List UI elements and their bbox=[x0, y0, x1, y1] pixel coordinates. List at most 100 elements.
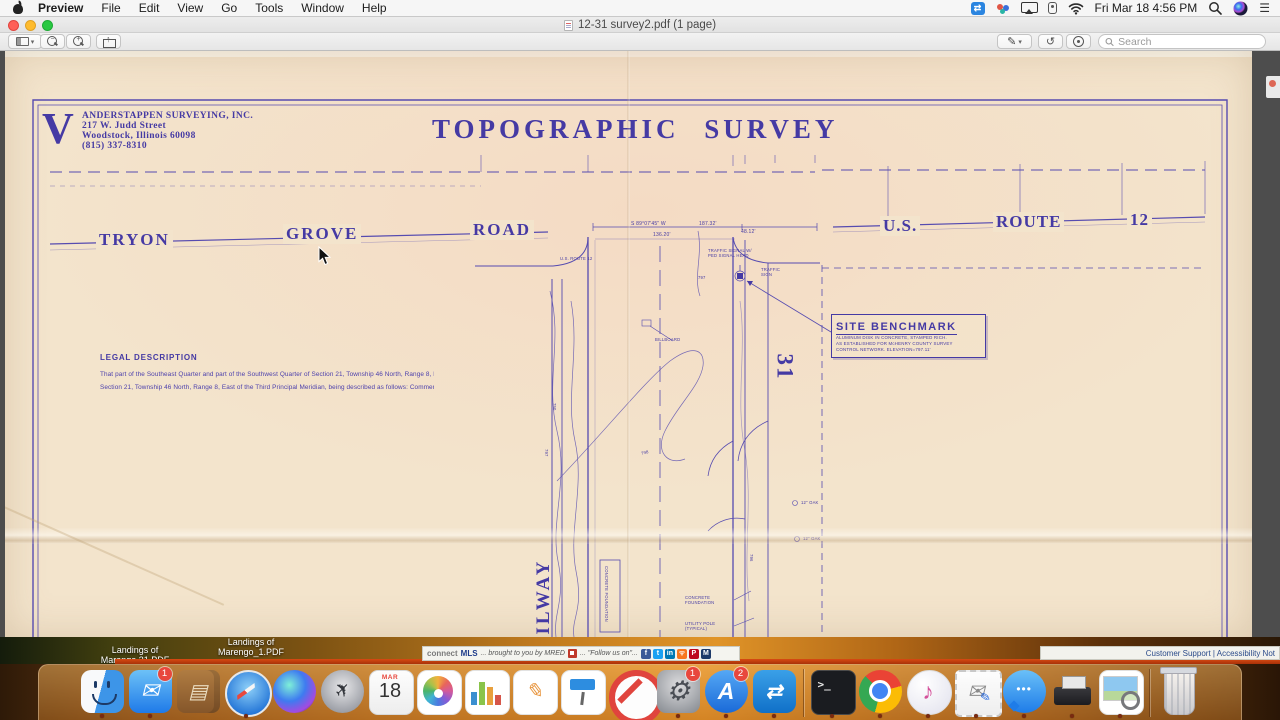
app-icon bbox=[225, 670, 268, 713]
legal-paragraph-2: Section 21, Township 46 North, Range 8, … bbox=[100, 383, 434, 393]
benchmark-line3: CONTROL NETWORK. ELEVATION=797.11' bbox=[836, 347, 981, 353]
utility-pole-label: UTILITY POLE (TYPICAL) bbox=[685, 621, 725, 631]
road-label-us: U.S. bbox=[880, 216, 920, 236]
dock-app-store[interactable]: 2 bbox=[704, 667, 749, 719]
notification-badge: 2 bbox=[734, 667, 748, 681]
menu-help[interactable]: Help bbox=[362, 1, 387, 15]
dock-terminal[interactable] bbox=[810, 667, 855, 719]
oak-label-1: 12" OAK bbox=[801, 500, 819, 505]
dock-letter[interactable] bbox=[954, 667, 999, 719]
dock-teamviewer[interactable] bbox=[752, 667, 797, 719]
dock-contacts[interactable] bbox=[176, 667, 221, 719]
connectmls-banner: connectMLS ... brought to you by MRED ..… bbox=[422, 646, 740, 661]
teamviewer-status-icon[interactable]: ⇄ bbox=[971, 2, 985, 15]
search-icon bbox=[1105, 37, 1114, 47]
share-button[interactable] bbox=[96, 34, 121, 49]
traffic-signal-label: TRAFFIC SIGNAL W/ PED SIGNAL HEAD bbox=[708, 248, 754, 258]
app-icon bbox=[753, 670, 796, 713]
menu-file[interactable]: File bbox=[101, 1, 120, 15]
search-field[interactable] bbox=[1098, 34, 1266, 49]
app-icon bbox=[513, 670, 556, 713]
menu-edit[interactable]: Edit bbox=[139, 1, 160, 15]
dock-keynote[interactable] bbox=[560, 667, 605, 719]
zoom-out-button[interactable]: − bbox=[40, 34, 65, 49]
wifi-icon[interactable] bbox=[1068, 2, 1084, 15]
connectmls-logo: connect bbox=[427, 649, 458, 658]
menu-window[interactable]: Window bbox=[301, 1, 344, 15]
customer-support-link[interactable]: Customer Support | Accessibility Not bbox=[1146, 649, 1275, 658]
social-icon[interactable]: f bbox=[641, 649, 651, 659]
markup-toolbar-button[interactable] bbox=[1066, 34, 1091, 49]
zoom-in-icon: + bbox=[73, 36, 85, 48]
app-menus: Preview File Edit View Go Tools Window Help bbox=[38, 1, 387, 15]
spotlight-icon[interactable] bbox=[1208, 1, 1222, 15]
trash-icon bbox=[1157, 670, 1200, 713]
app-icon bbox=[465, 670, 508, 713]
search-input[interactable] bbox=[1118, 36, 1259, 48]
background-window-fragment bbox=[1266, 76, 1280, 98]
dock-trash[interactable] bbox=[1156, 667, 1201, 719]
social-icons: ftinᯤPM bbox=[641, 649, 711, 659]
menu-tools[interactable]: Tools bbox=[255, 1, 283, 15]
dock-right-group bbox=[810, 667, 1143, 719]
menu-go[interactable]: Go bbox=[221, 1, 237, 15]
dock-pages[interactable] bbox=[512, 667, 557, 719]
sidebar-toggle-button[interactable]: ▾ bbox=[8, 34, 42, 49]
app-icon bbox=[907, 670, 950, 713]
dock-messages[interactable] bbox=[1002, 667, 1047, 719]
dock-system-preferences[interactable]: 1 bbox=[656, 667, 701, 719]
dock-blocked-app[interactable] bbox=[608, 667, 653, 719]
notification-center-icon[interactable]: ☰ bbox=[1259, 2, 1270, 15]
dock-mail[interactable]: 1 bbox=[128, 667, 173, 719]
social-icon[interactable]: M bbox=[701, 649, 711, 659]
app-icon bbox=[177, 670, 220, 713]
pdf-page[interactable]: V ANDERSTAPPEN SURVEYING, INC. 217 W. Ju… bbox=[5, 51, 1252, 637]
concrete-foundation-label-1: CONCRETE FOUNDATION bbox=[604, 566, 609, 628]
menu-view[interactable]: View bbox=[177, 1, 203, 15]
dock-siri[interactable] bbox=[272, 667, 317, 719]
dock-printer[interactable] bbox=[1050, 667, 1095, 719]
dock-separator bbox=[1149, 669, 1150, 717]
siri-icon[interactable] bbox=[1233, 1, 1248, 16]
dock-calendar[interactable]: MAR18 bbox=[368, 667, 413, 719]
input-source-icon[interactable] bbox=[1048, 2, 1057, 14]
menu-bar-clock[interactable]: Fri Mar 18 4:56 PM bbox=[1095, 1, 1198, 15]
dock-separator bbox=[803, 669, 804, 717]
dock-numbers[interactable] bbox=[464, 667, 509, 719]
mred-icon bbox=[568, 649, 577, 658]
pen-icon: ✎ bbox=[1007, 35, 1016, 48]
markup-pen-button[interactable]: ✎▾ bbox=[997, 34, 1032, 49]
dock-photos[interactable] bbox=[416, 667, 461, 719]
app-icon bbox=[811, 670, 854, 713]
social-icon[interactable]: in bbox=[665, 649, 675, 659]
dock-preview[interactable] bbox=[1098, 667, 1143, 719]
app-status-icon[interactable] bbox=[996, 2, 1010, 15]
rotate-button[interactable]: ↺ bbox=[1038, 34, 1063, 49]
app-icon bbox=[609, 670, 652, 713]
firm-phone: (815) 337-8310 bbox=[82, 142, 253, 152]
share-icon bbox=[103, 36, 114, 48]
road-label-12: 12 bbox=[1127, 210, 1152, 230]
menu-bar-status: ⇄ Fri Mar 18 4:56 PM ☰ bbox=[971, 1, 1280, 16]
paper-fold-vertical bbox=[627, 51, 630, 637]
pdf-doc-icon bbox=[564, 20, 573, 31]
firm-block: ANDERSTAPPEN SURVEYING, INC. 217 W. Judd… bbox=[82, 112, 253, 152]
social-icon[interactable]: P bbox=[689, 649, 699, 659]
airplay-icon[interactable] bbox=[1021, 2, 1037, 15]
dock-safari[interactable] bbox=[224, 667, 269, 719]
dock-itunes[interactable] bbox=[906, 667, 951, 719]
social-icon[interactable]: ᯤ bbox=[677, 649, 687, 659]
zoom-out-icon: − bbox=[47, 36, 59, 48]
dock-finder[interactable] bbox=[80, 667, 125, 719]
app-icon bbox=[1003, 670, 1046, 713]
road-label-road: ROAD bbox=[470, 220, 534, 240]
apple-menu-icon[interactable] bbox=[12, 2, 24, 14]
app-icon bbox=[1051, 670, 1094, 713]
zoom-in-button[interactable]: + bbox=[66, 34, 91, 49]
social-icon[interactable]: t bbox=[653, 649, 663, 659]
road-label-tryon: TRYON bbox=[96, 230, 173, 250]
dock-chrome[interactable] bbox=[858, 667, 903, 719]
desktop-file-marengo1[interactable]: Landings ofMarengo_1.PDF bbox=[203, 637, 299, 657]
menu-preview[interactable]: Preview bbox=[38, 1, 83, 15]
dock-launchpad[interactable] bbox=[320, 667, 365, 719]
